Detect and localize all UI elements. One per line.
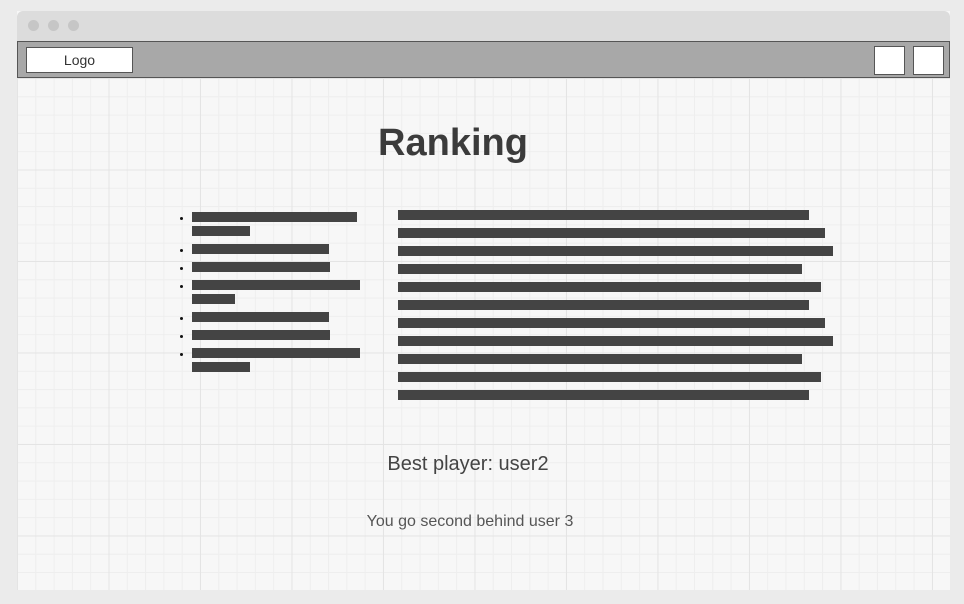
placeholder-text-bar bbox=[398, 246, 833, 256]
player-position-text: You go second behind user 3 bbox=[366, 513, 574, 530]
placeholder-text-bar bbox=[398, 228, 825, 238]
placeholder-text-bar bbox=[192, 348, 360, 358]
placeholder-text-bar bbox=[192, 294, 235, 304]
list-item[interactable] bbox=[175, 330, 360, 340]
placeholder-text-bar bbox=[192, 226, 250, 236]
bullet-icon bbox=[180, 285, 183, 288]
best-player-text: Best player: user2 bbox=[387, 453, 549, 475]
list-item[interactable] bbox=[175, 348, 360, 372]
bullet-icon bbox=[180, 353, 183, 356]
list-item[interactable] bbox=[175, 312, 360, 322]
placeholder-text-bar bbox=[192, 212, 357, 222]
logo[interactable]: Logo bbox=[26, 47, 133, 73]
list-item[interactable] bbox=[175, 212, 360, 236]
nav-button-1[interactable] bbox=[874, 46, 905, 75]
top-navbar: Logo bbox=[17, 41, 950, 78]
placeholder-text-bar bbox=[398, 318, 825, 328]
list-item[interactable] bbox=[175, 244, 360, 254]
placeholder-text-bar bbox=[398, 390, 809, 400]
main-content: Ranking Best player: user2 You go second… bbox=[17, 78, 950, 590]
ranking-list bbox=[175, 208, 360, 380]
placeholder-text-bar bbox=[398, 372, 821, 382]
window-titlebar bbox=[17, 11, 950, 41]
bullet-icon bbox=[180, 335, 183, 338]
window-close-dot[interactable] bbox=[28, 20, 39, 31]
bullet-icon bbox=[180, 317, 183, 320]
placeholder-text-bar bbox=[398, 300, 809, 310]
placeholder-text-bar bbox=[192, 330, 330, 340]
nav-button-2[interactable] bbox=[913, 46, 944, 75]
bullet-icon bbox=[180, 217, 183, 220]
window-minimize-dot[interactable] bbox=[48, 20, 59, 31]
placeholder-text-bar bbox=[398, 354, 802, 364]
placeholder-text-bar bbox=[192, 312, 329, 322]
bullet-icon bbox=[180, 249, 183, 252]
placeholder-text-bar bbox=[192, 362, 250, 372]
bullet-icon bbox=[180, 267, 183, 270]
placeholder-text-bar bbox=[192, 280, 360, 290]
browser-window: Logo Ranking Best player: user2 You go s… bbox=[17, 11, 950, 590]
window-maximize-dot[interactable] bbox=[68, 20, 79, 31]
placeholder-text-bar bbox=[398, 336, 833, 346]
page-title: Ranking bbox=[378, 122, 528, 164]
list-item[interactable] bbox=[175, 262, 360, 272]
list-item[interactable] bbox=[175, 280, 360, 304]
placeholder-text-bar bbox=[398, 282, 821, 292]
placeholder-text-bar bbox=[398, 264, 802, 274]
placeholder-text-bar bbox=[192, 262, 330, 272]
ranking-details-block bbox=[398, 210, 833, 408]
placeholder-text-bar bbox=[192, 244, 329, 254]
placeholder-text-bar bbox=[398, 210, 809, 220]
